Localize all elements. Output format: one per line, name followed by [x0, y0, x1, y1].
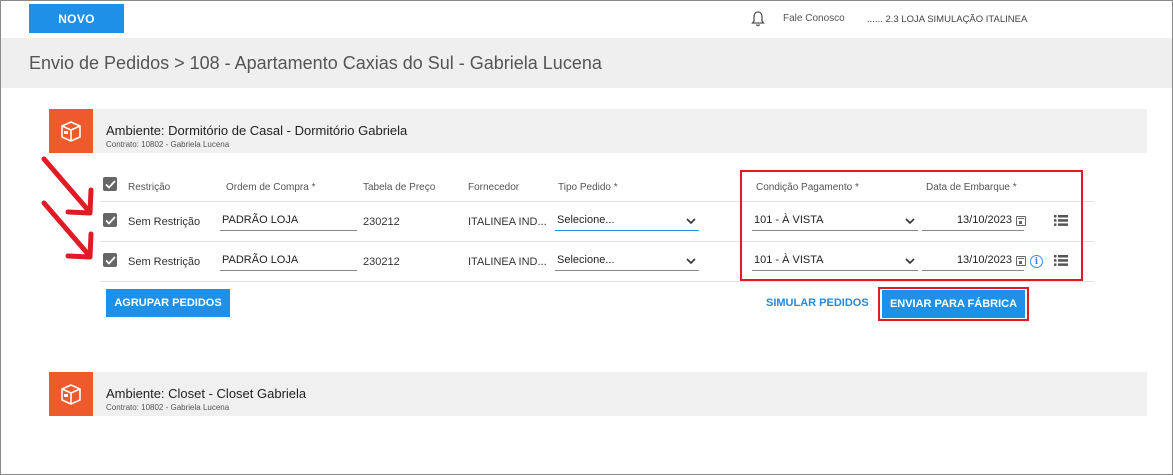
restricao-cell: Sem Restrição [128, 216, 201, 228]
header-fornecedor: Fornecedor [468, 182, 520, 193]
ordem-compra-input[interactable]: PADRÃO LOJA [220, 214, 357, 231]
ambiente-contract: Contrato: 10802 - Gabriela Lucena [106, 140, 230, 149]
tabela-preco-cell: 230212 [363, 216, 400, 228]
box-icon [49, 372, 93, 416]
ambiente-header[interactable]: Ambiente: Closet - Closet Gabriela Contr… [49, 372, 1147, 416]
tipo-pedido-select[interactable]: Selecione... [555, 254, 699, 271]
ambiente-title: Ambiente: Closet - Closet Gabriela [106, 386, 307, 401]
fale-conosco-link[interactable]: Fale Conosco [783, 13, 845, 24]
ambiente-header[interactable]: Ambiente: Dormitório de Casal - Dormitór… [49, 109, 1147, 153]
breadcrumb: Envio de Pedidos > 108 - Apartamento Cax… [29, 53, 602, 73]
fornecedor-cell: ITALINEA IND... [468, 256, 547, 268]
restricao-cell: Sem Restrição [128, 256, 201, 268]
header-tabela-preco: Tabela de Preço [363, 182, 436, 193]
header-ordem-compra: Ordem de Compra * [226, 182, 316, 193]
tipo-pedido-select[interactable]: Selecione... [555, 214, 699, 231]
novo-button[interactable]: NOVO [29, 4, 124, 33]
enviar-para-fabrica-button[interactable]: ENVIAR PARA FÁBRICA [882, 290, 1025, 318]
arrow-annotation-icon [41, 156, 94, 260]
ambiente-title: Ambiente: Dormitório de Casal - Dormitór… [106, 123, 408, 138]
simular-pedidos-link[interactable]: SIMULAR PEDIDOS [766, 297, 869, 309]
box-icon [49, 109, 93, 153]
bell-icon[interactable] [750, 10, 766, 28]
ambiente-contract: Contrato: 10802 - Gabriela Lucena [106, 403, 230, 412]
fornecedor-cell: ITALINEA IND... [468, 216, 547, 228]
chevron-down-icon [686, 218, 696, 225]
header-restricao: Restrição [128, 182, 171, 193]
header-tipo-pedido: Tipo Pedido * [558, 182, 618, 193]
top-bar: NOVO Fale Conosco ...... 2.3 LOJA SIMULA… [0, 0, 1173, 38]
tipo-pedido-value: Selecione... [557, 254, 615, 266]
chevron-down-icon [686, 258, 696, 265]
highlight-box [740, 170, 1083, 281]
ordem-compra-input[interactable]: PADRÃO LOJA [220, 254, 357, 271]
agrupar-pedidos-button[interactable]: AGRUPAR PEDIDOS [106, 289, 230, 317]
store-selector[interactable]: ...... 2.3 LOJA SIMULAÇÃO ITALINEA [867, 14, 1027, 25]
row-divider [100, 281, 1094, 282]
tipo-pedido-value: Selecione... [557, 214, 615, 226]
tabela-preco-cell: 230212 [363, 256, 400, 268]
